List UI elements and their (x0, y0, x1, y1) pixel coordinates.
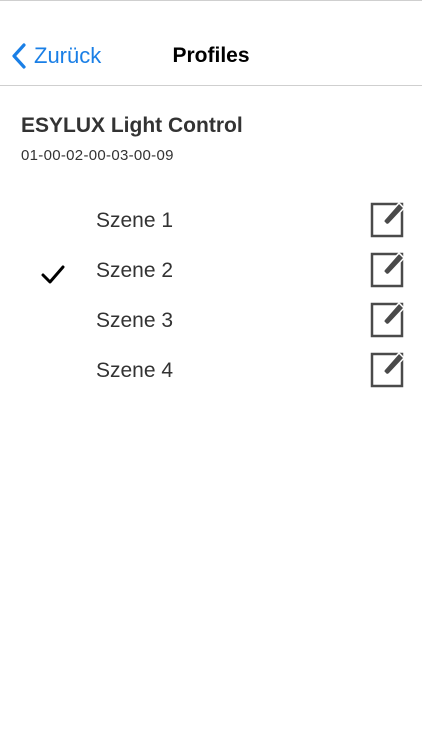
device-name: ESYLUX Light Control (21, 114, 243, 137)
checkmark-icon (40, 262, 66, 288)
scene-row[interactable]: Szene 3 (0, 300, 422, 350)
navigation-bar: Zurück Profiles (0, 1, 422, 86)
scene-row[interactable]: Szene 4 (0, 350, 422, 400)
scene-label: Szene 2 (96, 259, 174, 282)
edit-icon[interactable] (368, 348, 408, 388)
device-id: 01-00-02-00-03-00-09 (21, 147, 174, 164)
edit-icon[interactable] (368, 248, 408, 288)
scene-label: Szene 1 (96, 209, 174, 232)
edit-icon[interactable] (368, 298, 408, 338)
scene-label: Szene 4 (96, 359, 174, 382)
scene-row[interactable]: Szene 1 (0, 200, 422, 250)
page-title: Profiles (172, 44, 250, 67)
scene-label: Szene 3 (96, 309, 174, 332)
profiles-screen: Zurück Profiles ESYLUX Light Control 01-… (0, 0, 422, 750)
scene-row[interactable]: Szene 2 (0, 250, 422, 300)
edit-icon[interactable] (368, 198, 408, 238)
